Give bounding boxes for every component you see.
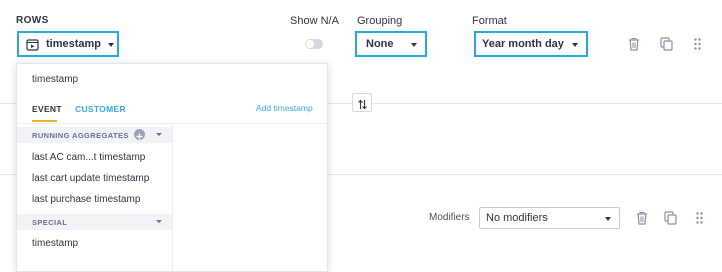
calendar-icon [26, 38, 39, 56]
format-value: Year month day [482, 38, 564, 50]
chevron-down-icon [411, 43, 417, 47]
modifiers-select[interactable]: No modifiers [479, 207, 620, 229]
attribute-dropdown: timestamp EVENT CUSTOMER Add timestamp R… [16, 63, 328, 272]
drag-handle-icon[interactable] [694, 38, 701, 50]
format-select[interactable]: Year month day [474, 31, 588, 57]
tab-event[interactable]: EVENT [32, 104, 62, 114]
modifiers-value: No modifiers [486, 212, 548, 224]
chevron-down-icon [108, 43, 114, 47]
list-item[interactable]: timestamp [32, 238, 78, 249]
copy-icon[interactable] [664, 211, 677, 225]
modifiers-label: Modifiers [429, 212, 470, 223]
show-na-toggle[interactable] [305, 39, 323, 49]
section-running-aggregates[interactable]: RUNNING AGGREGATES [17, 127, 172, 143]
rows-header: ROWS [16, 15, 49, 26]
chevron-down-icon [605, 217, 611, 221]
copy-icon[interactable] [660, 37, 673, 51]
drag-handle-icon[interactable] [696, 212, 703, 224]
add-aggregate-icon[interactable] [134, 129, 145, 140]
chevron-down-icon [156, 220, 162, 223]
swap-button[interactable] [352, 93, 372, 112]
list-item[interactable]: last purchase timestamp [32, 194, 140, 205]
chevron-down-icon [156, 133, 162, 136]
chevron-down-icon [572, 43, 578, 47]
list-item[interactable]: last AC cam...t timestamp [32, 152, 145, 163]
rows-selected-value: timestamp [46, 38, 102, 50]
tab-active-underline [32, 120, 57, 122]
dropdown-search-input[interactable]: timestamp [32, 74, 78, 85]
toggle-knob [306, 40, 314, 48]
grouping-value: None [366, 38, 394, 50]
grouping-select[interactable]: None [355, 31, 427, 57]
section-label: RUNNING AGGREGATES [32, 131, 129, 140]
section-label: SPECIAL [32, 218, 68, 227]
grouping-label: Grouping [357, 15, 403, 27]
dropdown-column-divider [172, 124, 173, 272]
add-timestamp-link[interactable]: Add timestamp [256, 103, 313, 113]
format-label: Format [472, 15, 507, 27]
tab-customer[interactable]: CUSTOMER [75, 104, 126, 114]
rows-attribute-select[interactable]: timestamp [17, 31, 119, 57]
swap-arrows-icon [357, 97, 368, 115]
section-special[interactable]: SPECIAL [17, 214, 172, 230]
list-item[interactable]: last cart update timestamp [32, 173, 149, 184]
trash-icon[interactable] [628, 37, 640, 51]
trash-icon[interactable] [636, 211, 648, 225]
show-na-label: Show N/A [290, 15, 339, 27]
